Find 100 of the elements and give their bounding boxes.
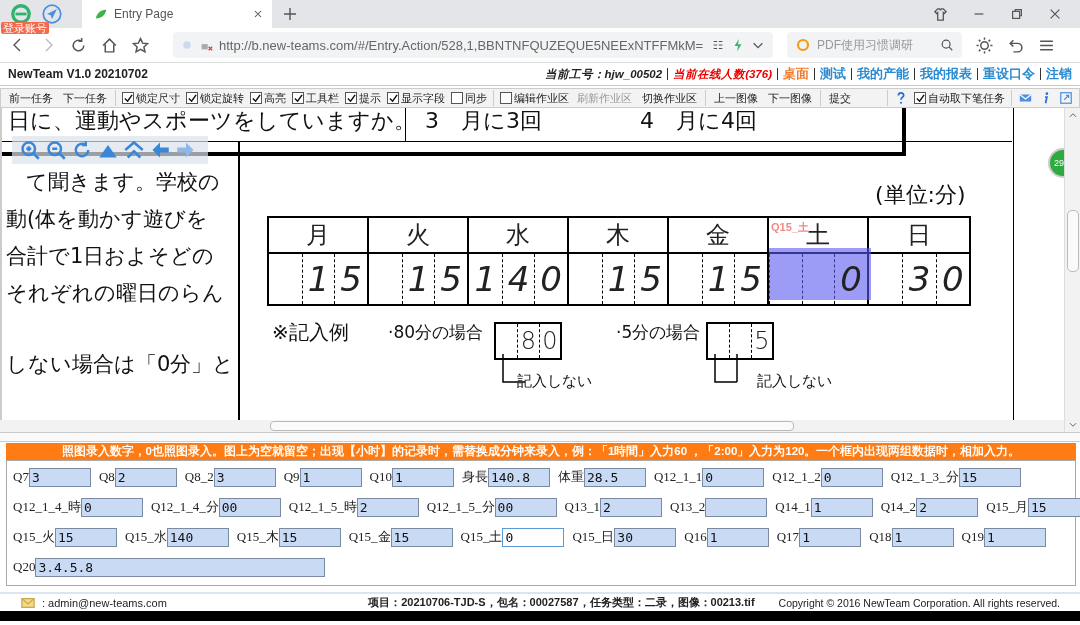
checkbox[interactable]: [292, 92, 304, 104]
url-text: http://b.new-teams.com/#/Entry.Action/528,1,BBNTNFQUZEQUE5NEExNTFFMkM=: [219, 37, 705, 53]
address-bar[interactable]: http://b.new-teams.com/#/Entry.Action/528,1,BBNTNFQUZEQUE5NEExNTFFMkM=: [173, 32, 773, 58]
input-field[interactable]: 2: [114, 467, 177, 487]
day-header: 火: [369, 218, 469, 254]
grid-icon[interactable]: [711, 38, 725, 52]
input-field[interactable]: 140.8: [487, 467, 550, 487]
new-tab-icon[interactable]: [282, 6, 298, 22]
toolbar-button[interactable]: 下一图像: [766, 90, 814, 106]
handwritten-digit: 0: [942, 259, 964, 299]
header-link[interactable]: 我的报表: [920, 65, 972, 83]
header-link[interactable]: 我的产能: [857, 65, 909, 83]
input-field[interactable]: 1: [391, 467, 454, 487]
home-icon[interactable]: [101, 36, 118, 54]
toolbar-button[interactable]: 切换作业区: [640, 90, 699, 106]
scroll-up-icon[interactable]: [1067, 110, 1078, 120]
input-field[interactable]: 15: [278, 527, 341, 547]
field-label: Q8_2: [184, 469, 214, 485]
checkbox[interactable]: [914, 92, 926, 104]
input-field[interactable]: 1: [706, 527, 769, 547]
input-field[interactable]: 1: [891, 527, 954, 547]
day-header: 月: [269, 218, 369, 254]
input-field[interactable]: 3: [213, 467, 276, 487]
toolbar-button[interactable]: 下一任务: [61, 90, 109, 106]
checkbox[interactable]: [250, 92, 262, 104]
field-label: Q19: [961, 529, 984, 545]
brightness-icon[interactable]: [976, 36, 993, 54]
zoom-in-icon[interactable]: [20, 140, 40, 160]
toolbar-button[interactable]: 提交: [827, 90, 853, 106]
checkbox[interactable]: [500, 92, 512, 104]
passage-line: しない場合は「0分」と: [6, 352, 235, 378]
input-field[interactable]: 1: [810, 497, 873, 517]
star-icon[interactable]: [132, 36, 149, 54]
checkbox[interactable]: [186, 92, 198, 104]
checkbox[interactable]: [122, 92, 134, 104]
toolbar-button[interactable]: 前一任务: [7, 90, 55, 106]
input-field[interactable]: 00: [218, 497, 281, 517]
input-field[interactable]: 3.4.5.8: [35, 557, 326, 577]
checkbox[interactable]: [451, 92, 463, 104]
field-label: Q8: [98, 469, 115, 485]
input-field[interactable]: 140: [166, 527, 229, 547]
handwritten-digit: 0: [540, 259, 562, 299]
checkbox[interactable]: [345, 92, 357, 104]
search-icon[interactable]: [940, 38, 954, 52]
mail-icon[interactable]: [1018, 91, 1033, 105]
field-label: Q20: [13, 559, 36, 575]
input-field[interactable]: 15: [1028, 497, 1080, 517]
scrollbar-thumb[interactable]: [1066, 210, 1079, 272]
search-box[interactable]: PDF使用习惯调研: [787, 32, 962, 58]
search-field[interactable]: PDF使用习惯调研: [815, 37, 936, 53]
input-field[interactable]: 1: [983, 527, 1046, 547]
close-icon[interactable]: [1048, 7, 1062, 21]
copyright-text: Copyright © 2016 NewTeam Corporation. All rights reserved.: [778, 596, 1060, 609]
input-field[interactable]: 28.5: [583, 467, 646, 487]
input-field[interactable]: 1: [799, 527, 862, 547]
input-field[interactable]: 30: [614, 527, 677, 547]
handwritten-digit: 5: [740, 259, 762, 299]
flip-down-icon[interactable]: [124, 140, 144, 160]
close-icon[interactable]: [252, 8, 264, 20]
scroll-down-icon[interactable]: [1067, 420, 1078, 430]
input-field[interactable]: 0: [80, 497, 143, 517]
input-field[interactable]: 15: [390, 527, 453, 547]
input-field[interactable]: 15: [958, 467, 1021, 487]
handwritten-digit: 5: [640, 259, 662, 299]
checkbox-label: 工具栏: [306, 90, 339, 106]
handwritten-digit: 5: [440, 259, 462, 299]
input-field[interactable]: 2: [916, 497, 979, 517]
browser-tab[interactable]: Entry Page: [82, 0, 272, 28]
example-case-label: ·80分の場合: [388, 322, 484, 343]
checkbox[interactable]: [387, 92, 399, 104]
arrow-left-icon[interactable]: [150, 140, 170, 160]
restore-icon[interactable]: [1010, 7, 1024, 21]
field-label: Q15_火: [13, 528, 55, 546]
question-text: 日に、運動やスポーツをしていますか。: [8, 108, 416, 135]
header-link[interactable]: 注销: [1046, 65, 1072, 83]
field-label: Q12_1_4_分: [150, 498, 219, 516]
input-field[interactable]: 0: [702, 467, 765, 487]
reload-icon[interactable]: [70, 36, 87, 54]
scrollbar-thumb[interactable]: [270, 421, 794, 431]
rotate-icon[interactable]: [72, 140, 92, 160]
input-field[interactable]: 00: [494, 497, 557, 517]
expand-icon[interactable]: [1059, 91, 1073, 105]
shirt-icon[interactable]: [933, 6, 948, 22]
toolbar-button[interactable]: 上一图像: [712, 90, 760, 106]
day-header: 日: [869, 218, 969, 254]
input-field[interactable]: 3: [28, 467, 91, 487]
header-link[interactable]: 测试: [820, 65, 846, 83]
input-field[interactable]: [705, 497, 768, 517]
input-field[interactable]: 2: [356, 497, 419, 517]
checkbox-label: 同步: [465, 90, 487, 106]
input-field[interactable]: 0: [820, 467, 883, 487]
input-field[interactable]: 1: [299, 467, 362, 487]
zoom-out-icon[interactable]: [46, 140, 66, 160]
input-field[interactable]: 0: [502, 527, 565, 547]
input-field[interactable]: 15: [54, 527, 117, 547]
handwritten-digit: 1: [707, 259, 730, 299]
tab-title: Entry Page: [114, 7, 175, 21]
input-field[interactable]: 2: [599, 497, 662, 517]
header-link[interactable]: 重设口令: [983, 65, 1035, 83]
handwritten-digit: 5: [340, 259, 362, 299]
